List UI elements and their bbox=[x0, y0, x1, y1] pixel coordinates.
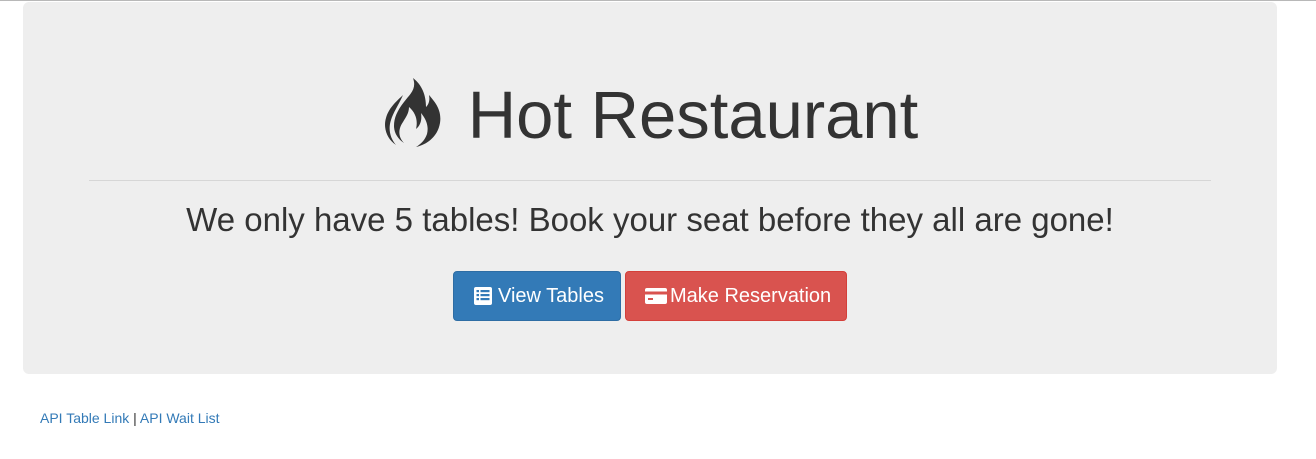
make-reservation-label: Make Reservation bbox=[670, 284, 832, 307]
page-title: Hot Restaurant bbox=[467, 78, 919, 153]
fire-icon bbox=[382, 77, 444, 149]
api-table-link[interactable]: API Table Link bbox=[40, 410, 129, 426]
view-tables-label: View Tables bbox=[498, 284, 604, 307]
button-row: View Tables Make Reservation bbox=[23, 271, 1277, 321]
footer: API Table Link | API Wait List bbox=[40, 408, 220, 428]
divider bbox=[89, 180, 1211, 181]
api-wait-list-link[interactable]: API Wait List bbox=[140, 410, 220, 426]
view-tables-button[interactable]: View Tables bbox=[453, 271, 621, 321]
jumbotron: Hot Restaurant We only have 5 tables! Bo… bbox=[23, 2, 1277, 374]
footer-separator: | bbox=[133, 410, 137, 426]
tagline: We only have 5 tables! Book your seat be… bbox=[186, 201, 1114, 238]
top-rule bbox=[0, 0, 1316, 1]
make-reservation-button[interactable]: Make Reservation bbox=[625, 271, 847, 321]
title-row: Hot Restaurant bbox=[23, 74, 1277, 158]
credit-card-icon bbox=[645, 286, 667, 306]
list-alt-icon bbox=[473, 286, 493, 306]
